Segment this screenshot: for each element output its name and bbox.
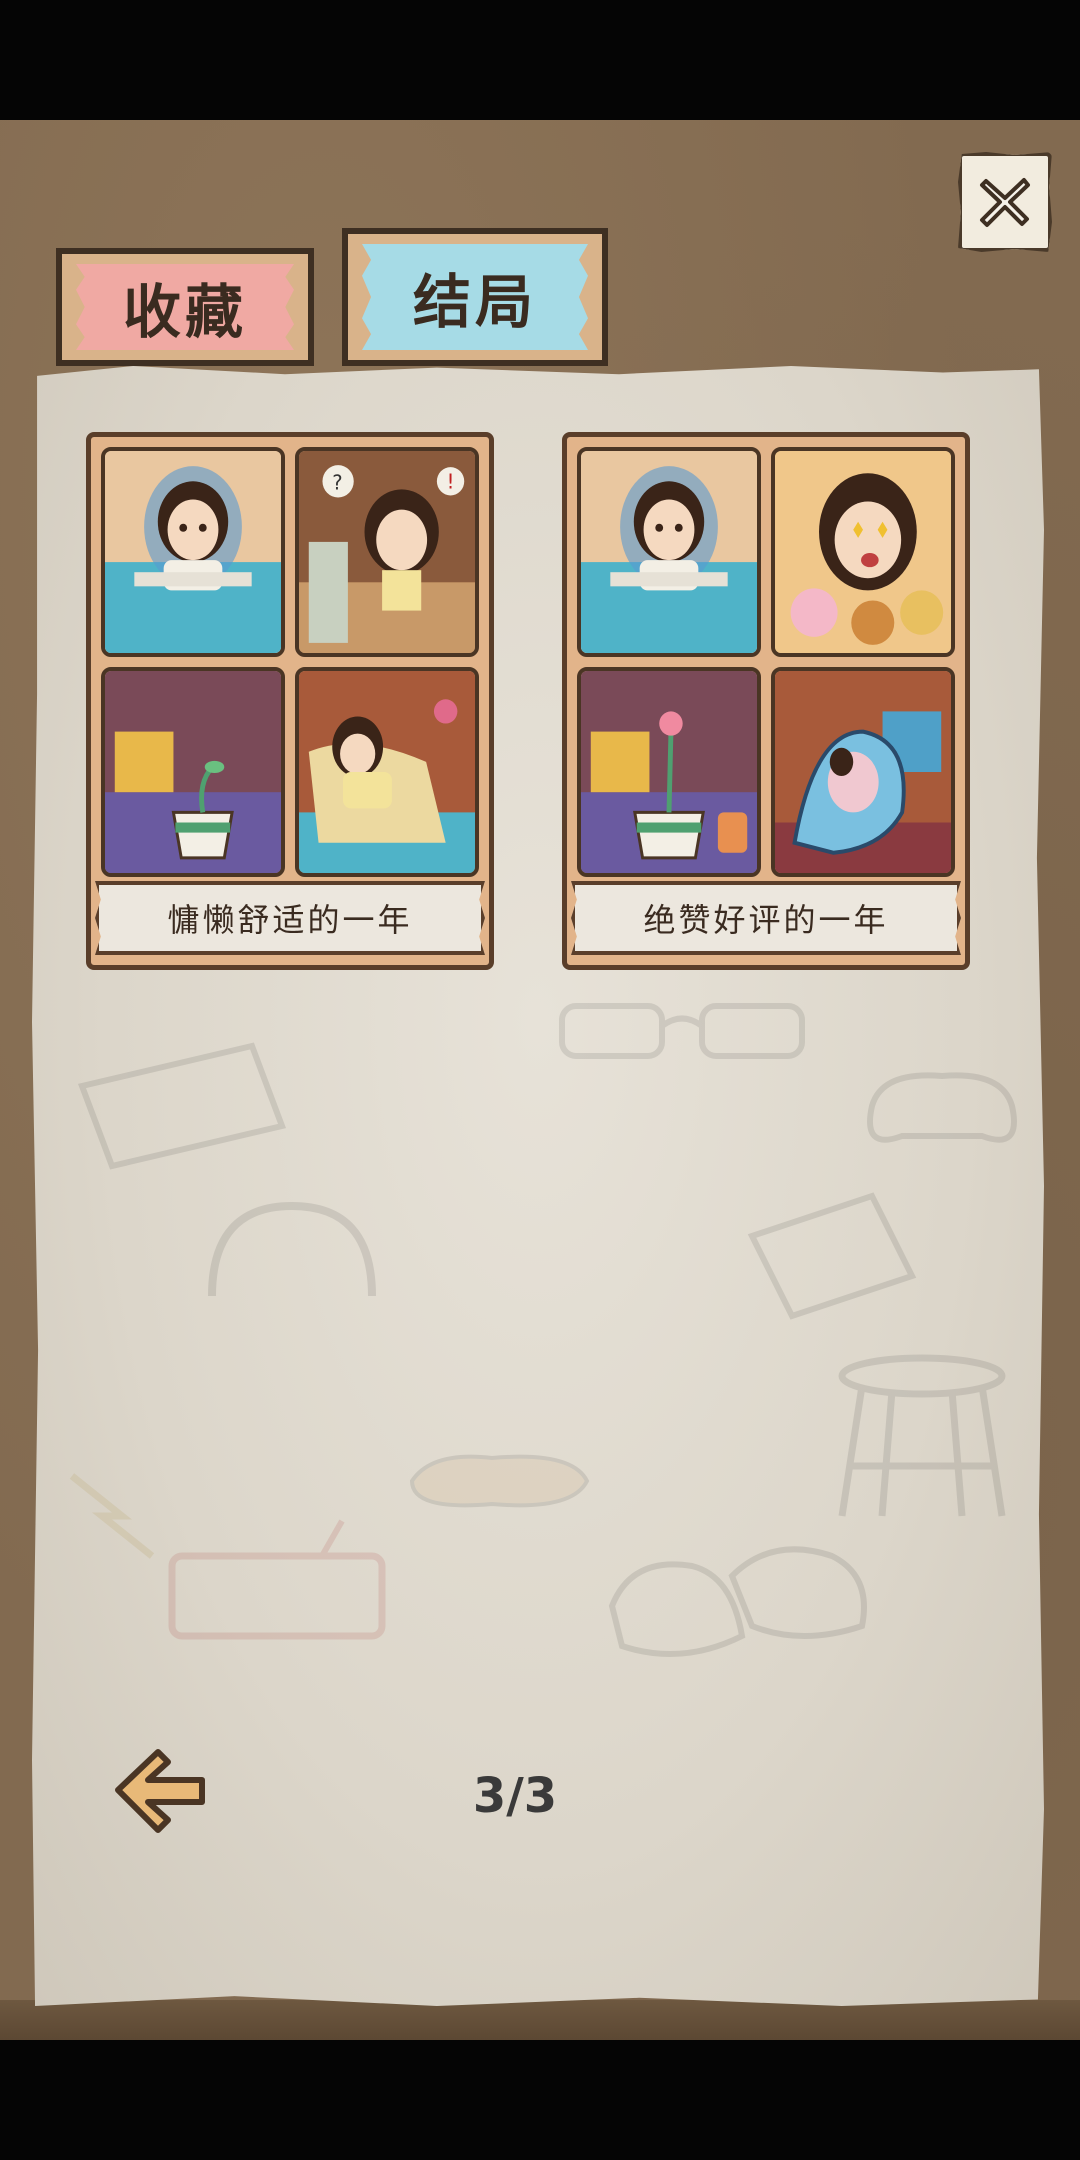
page-indicator: 3/3 xyxy=(472,1768,558,1824)
glasses-doodle xyxy=(559,1003,805,1059)
tab-endings-label: 结局 xyxy=(412,268,537,336)
girl-on-sofa-illustration xyxy=(299,671,475,873)
back-arrow-icon xyxy=(115,1749,205,1833)
game-screen: 收藏 结局 ? ! 慵懒舒适的一年 绝赞好评的一年 3/3 xyxy=(0,0,1080,2160)
girl-with-books-illustration: ? ! xyxy=(299,451,475,653)
ending-praise-panel-4 xyxy=(771,667,955,877)
tab-endings[interactable]: 结局 xyxy=(342,228,608,366)
ending-praise-panel-2 xyxy=(771,447,955,657)
shoes-doodle xyxy=(608,1546,867,1657)
svg-text:?: ? xyxy=(332,471,342,494)
puddle-doodle xyxy=(409,1454,590,1508)
ending-card-lazy-grid: ? ! xyxy=(101,447,479,877)
back-button[interactable] xyxy=(110,1740,210,1840)
ending-card-lazy-title: 慵懒舒适的一年 xyxy=(95,881,485,955)
ending-lazy-panel-3 xyxy=(101,667,285,877)
book-doodle xyxy=(747,1192,917,1320)
ending-praise-panel-1 xyxy=(577,447,761,657)
close-icon xyxy=(980,178,1030,227)
potted-flower-illustration xyxy=(581,671,757,873)
girl-at-table-illustration xyxy=(581,451,757,653)
ending-card-lazy[interactable]: ? ! 慵懒舒适的一年 xyxy=(86,432,494,970)
tab-collection-label: 收藏 xyxy=(122,278,247,346)
ending-card-praise[interactable]: 绝赞好评的一年 xyxy=(562,432,970,970)
girl-at-table-illustration xyxy=(105,451,281,653)
ending-lazy-panel-4 xyxy=(295,667,479,877)
girl-with-food-illustration xyxy=(775,451,951,653)
close-button[interactable] xyxy=(958,152,1052,252)
rug-doodle xyxy=(77,1042,287,1170)
ending-praise-panel-3 xyxy=(577,667,761,877)
massage-chair-illustration xyxy=(775,671,951,873)
ending-lazy-panel-2: ? ! xyxy=(295,447,479,657)
tab-collection[interactable]: 收藏 xyxy=(56,248,314,366)
headphones-doodle xyxy=(208,1201,376,1297)
stool-doodle xyxy=(838,1354,1006,1517)
gamepad-doodle xyxy=(867,1072,1017,1143)
ending-lazy-panel-1 xyxy=(101,447,285,657)
ending-card-praise-grid xyxy=(577,447,955,877)
potted-sprout-illustration xyxy=(105,671,281,873)
lightning-doodle xyxy=(69,1473,155,1559)
svg-text:!: ! xyxy=(447,470,455,493)
ending-card-praise-title: 绝赞好评的一年 xyxy=(571,881,961,955)
